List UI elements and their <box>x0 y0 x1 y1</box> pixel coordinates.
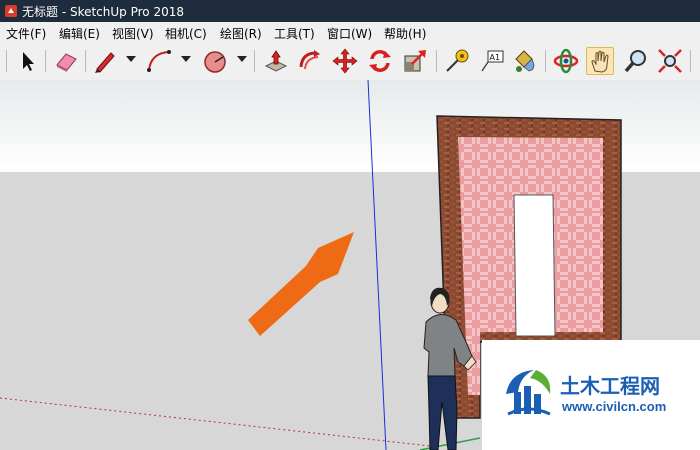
line-tool-button[interactable] <box>91 47 119 75</box>
shape-tool-button[interactable] <box>201 47 229 75</box>
menu-file[interactable]: 文件(F) <box>6 25 46 42</box>
follow-me-icon <box>299 50 320 70</box>
menu-draw[interactable]: 绘图(R) <box>220 25 262 42</box>
eraser-icon <box>56 53 77 72</box>
pan-hand-icon <box>591 50 609 73</box>
zoom-extents-icon <box>658 49 682 73</box>
move-icon <box>332 48 358 74</box>
push-pull-tool-button[interactable] <box>262 47 290 75</box>
rotate-tool-button[interactable] <box>366 47 394 75</box>
select-arrow-icon <box>23 52 34 71</box>
menu-camera[interactable]: 相机(C) <box>165 25 207 42</box>
follow-me-tool-button[interactable] <box>296 47 324 75</box>
scale-icon <box>404 50 426 72</box>
menu-edit[interactable]: 编辑(E) <box>59 25 100 42</box>
toolbar-separator <box>45 50 46 72</box>
scale-tool-button[interactable] <box>401 47 429 75</box>
text-tool-button[interactable]: A1 <box>478 47 506 75</box>
text-label-icon: A1 <box>481 50 504 72</box>
red-axis-dotted-line <box>0 397 431 447</box>
watermark-title: 土木工程网 <box>560 374 660 398</box>
select-tool-button[interactable] <box>13 47 41 75</box>
sketchup-app-icon[interactable] <box>4 4 18 18</box>
zoom-extents-tool-button[interactable] <box>656 47 684 75</box>
toolbar-grip <box>6 50 7 72</box>
pencil-line-icon <box>95 52 115 73</box>
toolbar: A1 <box>0 42 700 81</box>
orbit-tool-button[interactable] <box>552 47 580 75</box>
title-bar: 无标题 - SketchUp Pro 2018 <box>0 0 700 22</box>
arc-icon <box>147 50 171 72</box>
polygon-shape-icon <box>204 51 226 73</box>
watermark-url: www.civilcn.com <box>562 399 667 414</box>
menu-help[interactable]: 帮助(H) <box>384 25 426 42</box>
arc-tool-button[interactable] <box>145 47 173 75</box>
toolbar-separator <box>436 50 437 72</box>
tape-measure-icon <box>446 49 469 72</box>
zoom-icon <box>624 50 646 73</box>
paint-bucket-icon <box>515 50 535 72</box>
watermark-overlay: 土木工程网 www.civilcn.com <box>482 340 700 450</box>
pan-tool-button[interactable] <box>586 47 614 75</box>
eraser-tool-button[interactable] <box>52 47 80 75</box>
tape-measure-tool-button[interactable] <box>443 47 471 75</box>
menu-window[interactable]: 窗口(W) <box>327 25 372 42</box>
shape-tool-dropdown[interactable] <box>237 56 247 62</box>
arc-tool-dropdown[interactable] <box>181 56 191 62</box>
civilcn-logo-icon <box>506 370 551 416</box>
menu-view[interactable]: 视图(V) <box>112 25 154 42</box>
menu-bar: 文件(F) 编辑(E) 视图(V) 相机(C) 绘图(R) 工具(T) 窗口(W… <box>0 22 700 42</box>
paint-bucket-tool-button[interactable] <box>510 47 538 75</box>
toolbar-separator <box>85 50 86 72</box>
orange-arrow-icon <box>248 232 354 336</box>
toolbar-separator <box>690 50 691 72</box>
toolbar-separator <box>254 50 255 72</box>
push-pull-icon <box>264 50 288 72</box>
zoom-tool-button[interactable] <box>622 47 650 75</box>
orbit-icon <box>553 48 579 74</box>
blue-axis-line <box>367 80 387 450</box>
move-tool-button[interactable] <box>331 47 359 75</box>
menu-tools[interactable]: 工具(T) <box>274 25 315 42</box>
line-tool-dropdown[interactable] <box>126 56 136 62</box>
text-tool-label: A1 <box>490 53 501 62</box>
toolbar-separator <box>545 50 546 72</box>
rotate-icon <box>369 50 391 72</box>
window-title: 无标题 - SketchUp Pro 2018 <box>22 5 184 19</box>
window-opening[interactable] <box>513 194 556 337</box>
